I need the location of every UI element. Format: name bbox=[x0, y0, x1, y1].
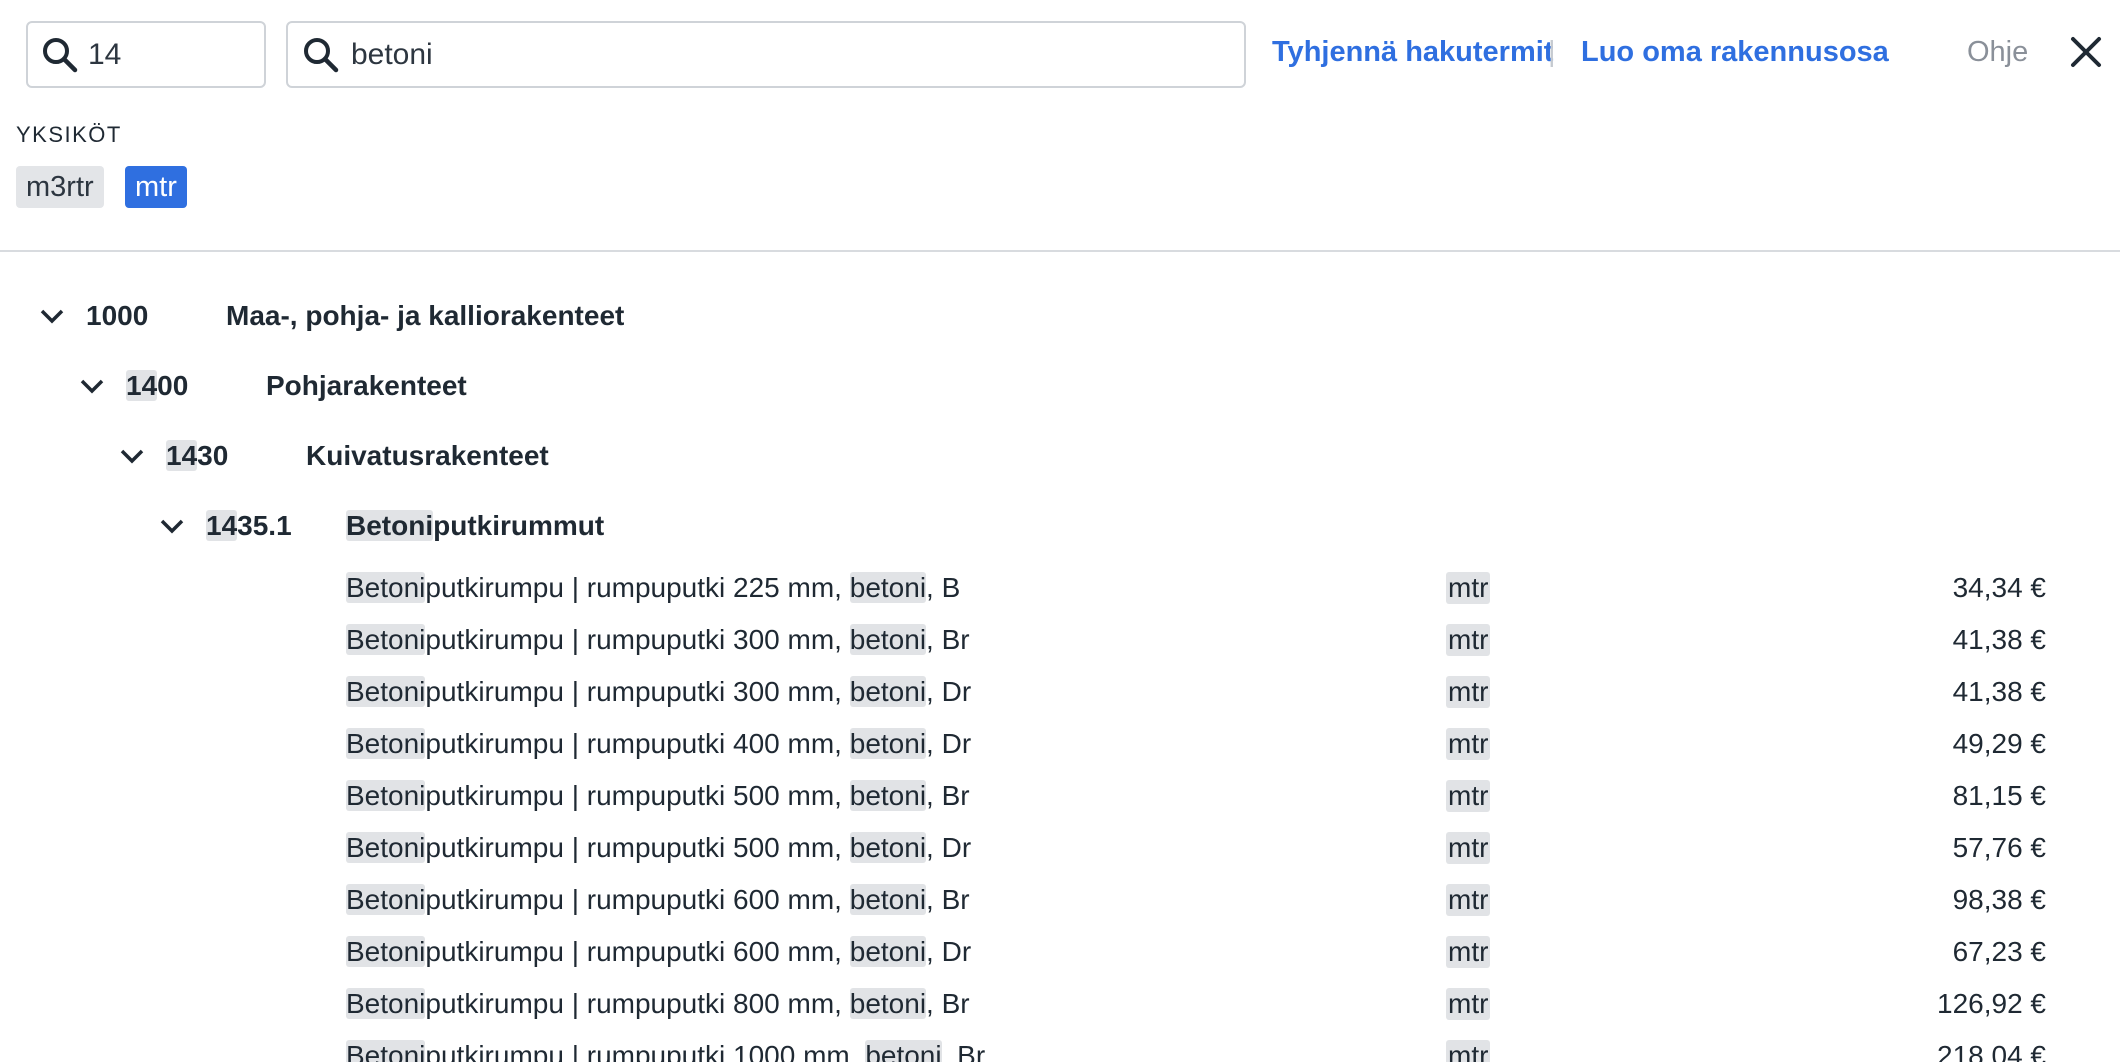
tree-node-code: 1435.1 bbox=[206, 510, 292, 541]
row-unit: mtr bbox=[1446, 936, 1491, 968]
tree-node-name: Kuivatusrakenteet bbox=[306, 440, 549, 471]
tree-node-code: 1430 bbox=[166, 440, 229, 471]
result-row[interactable]: Betoniputkirumpu | rumpuputki 1000 mm, b… bbox=[346, 1036, 2046, 1062]
row-description: Betoniputkirumpu | rumpuputki 225 mm, be… bbox=[346, 572, 961, 603]
row-price: 57,76 € bbox=[1952, 832, 2046, 863]
create-building-part-link[interactable]: Luo oma rakennusosa bbox=[1581, 36, 1889, 69]
tree-node-name: Betoniputkirummut bbox=[346, 510, 605, 541]
row-description: Betoniputkirumpu | rumpuputki 1000 mm, b… bbox=[346, 1040, 985, 1062]
chevron-down-icon[interactable] bbox=[78, 372, 106, 400]
result-row[interactable]: Betoniputkirumpu | rumpuputki 400 mm, be… bbox=[346, 724, 2046, 770]
chevron-down-icon[interactable] bbox=[38, 302, 66, 330]
result-row[interactable]: Betoniputkirumpu | rumpuputki 500 mm, be… bbox=[346, 776, 2046, 822]
search-icon bbox=[300, 32, 343, 78]
toolbar-separator: | bbox=[1548, 36, 1556, 68]
row-unit: mtr bbox=[1446, 832, 1491, 864]
row-price: 218,04 € bbox=[1937, 1040, 2046, 1062]
row-price: 126,92 € bbox=[1937, 988, 2046, 1019]
row-description: Betoniputkirumpu | rumpuputki 600 mm, be… bbox=[346, 884, 970, 915]
row-price: 41,38 € bbox=[1952, 676, 2046, 707]
row-unit: mtr bbox=[1446, 624, 1491, 656]
unit-chip-mtr[interactable]: mtr bbox=[125, 166, 187, 208]
row-description: Betoniputkirumpu | rumpuputki 800 mm, be… bbox=[346, 988, 970, 1019]
search-icon bbox=[40, 32, 80, 78]
result-row[interactable]: Betoniputkirumpu | rumpuputki 800 mm, be… bbox=[346, 984, 2046, 1030]
text-search-box[interactable] bbox=[286, 21, 1246, 88]
row-price: 67,23 € bbox=[1952, 936, 2046, 967]
row-description: Betoniputkirumpu | rumpuputki 600 mm, be… bbox=[346, 936, 972, 967]
units-heading: YKSIKÖT bbox=[16, 122, 122, 147]
close-icon[interactable] bbox=[2068, 34, 2104, 70]
row-description: Betoniputkirumpu | rumpuputki 500 mm, be… bbox=[346, 832, 972, 863]
code-search-box[interactable] bbox=[26, 21, 266, 88]
row-unit: mtr bbox=[1446, 572, 1491, 604]
result-row[interactable]: Betoniputkirumpu | rumpuputki 500 mm, be… bbox=[346, 828, 2046, 874]
tree-node-name: Pohjarakenteet bbox=[266, 370, 467, 401]
result-row[interactable]: Betoniputkirumpu | rumpuputki 600 mm, be… bbox=[346, 880, 2046, 926]
text-search-input[interactable] bbox=[350, 37, 1244, 72]
tree-node-code: 1400 bbox=[126, 370, 189, 401]
result-row[interactable]: Betoniputkirumpu | rumpuputki 300 mm, be… bbox=[346, 620, 2046, 666]
row-unit: mtr bbox=[1446, 728, 1491, 760]
row-unit: mtr bbox=[1446, 780, 1491, 812]
divider bbox=[0, 250, 2120, 252]
result-row[interactable]: Betoniputkirumpu | rumpuputki 600 mm, be… bbox=[346, 932, 2046, 978]
row-unit: mtr bbox=[1446, 884, 1491, 916]
clear-search-terms-link[interactable]: Tyhjennä hakutermit bbox=[1272, 36, 1553, 69]
row-unit: mtr bbox=[1446, 988, 1491, 1020]
tree-node-code: 1000 bbox=[86, 300, 149, 331]
unit-chip-m3rtr[interactable]: m3rtr bbox=[16, 166, 104, 208]
tree-node-name: Maa-, pohja- ja kalliorakenteet bbox=[226, 300, 625, 331]
row-price: 41,38 € bbox=[1952, 624, 2046, 655]
row-unit: mtr bbox=[1446, 1040, 1491, 1062]
help-link[interactable]: Ohje bbox=[1967, 36, 2028, 69]
row-description: Betoniputkirumpu | rumpuputki 500 mm, be… bbox=[346, 780, 970, 811]
row-price: 81,15 € bbox=[1952, 780, 2046, 811]
row-description: Betoniputkirumpu | rumpuputki 400 mm, be… bbox=[346, 728, 972, 759]
row-description: Betoniputkirumpu | rumpuputki 300 mm, be… bbox=[346, 624, 970, 655]
row-price: 98,38 € bbox=[1952, 884, 2046, 915]
result-row[interactable]: Betoniputkirumpu | rumpuputki 225 mm, be… bbox=[346, 568, 2046, 614]
row-price: 49,29 € bbox=[1952, 728, 2046, 759]
row-description: Betoniputkirumpu | rumpuputki 300 mm, be… bbox=[346, 676, 972, 707]
result-row[interactable]: Betoniputkirumpu | rumpuputki 300 mm, be… bbox=[346, 672, 2046, 718]
row-price: 34,34 € bbox=[1952, 572, 2046, 603]
chevron-down-icon[interactable] bbox=[118, 442, 146, 470]
row-unit: mtr bbox=[1446, 676, 1491, 708]
chevron-down-icon[interactable] bbox=[158, 512, 186, 540]
code-search-input[interactable] bbox=[88, 37, 264, 72]
